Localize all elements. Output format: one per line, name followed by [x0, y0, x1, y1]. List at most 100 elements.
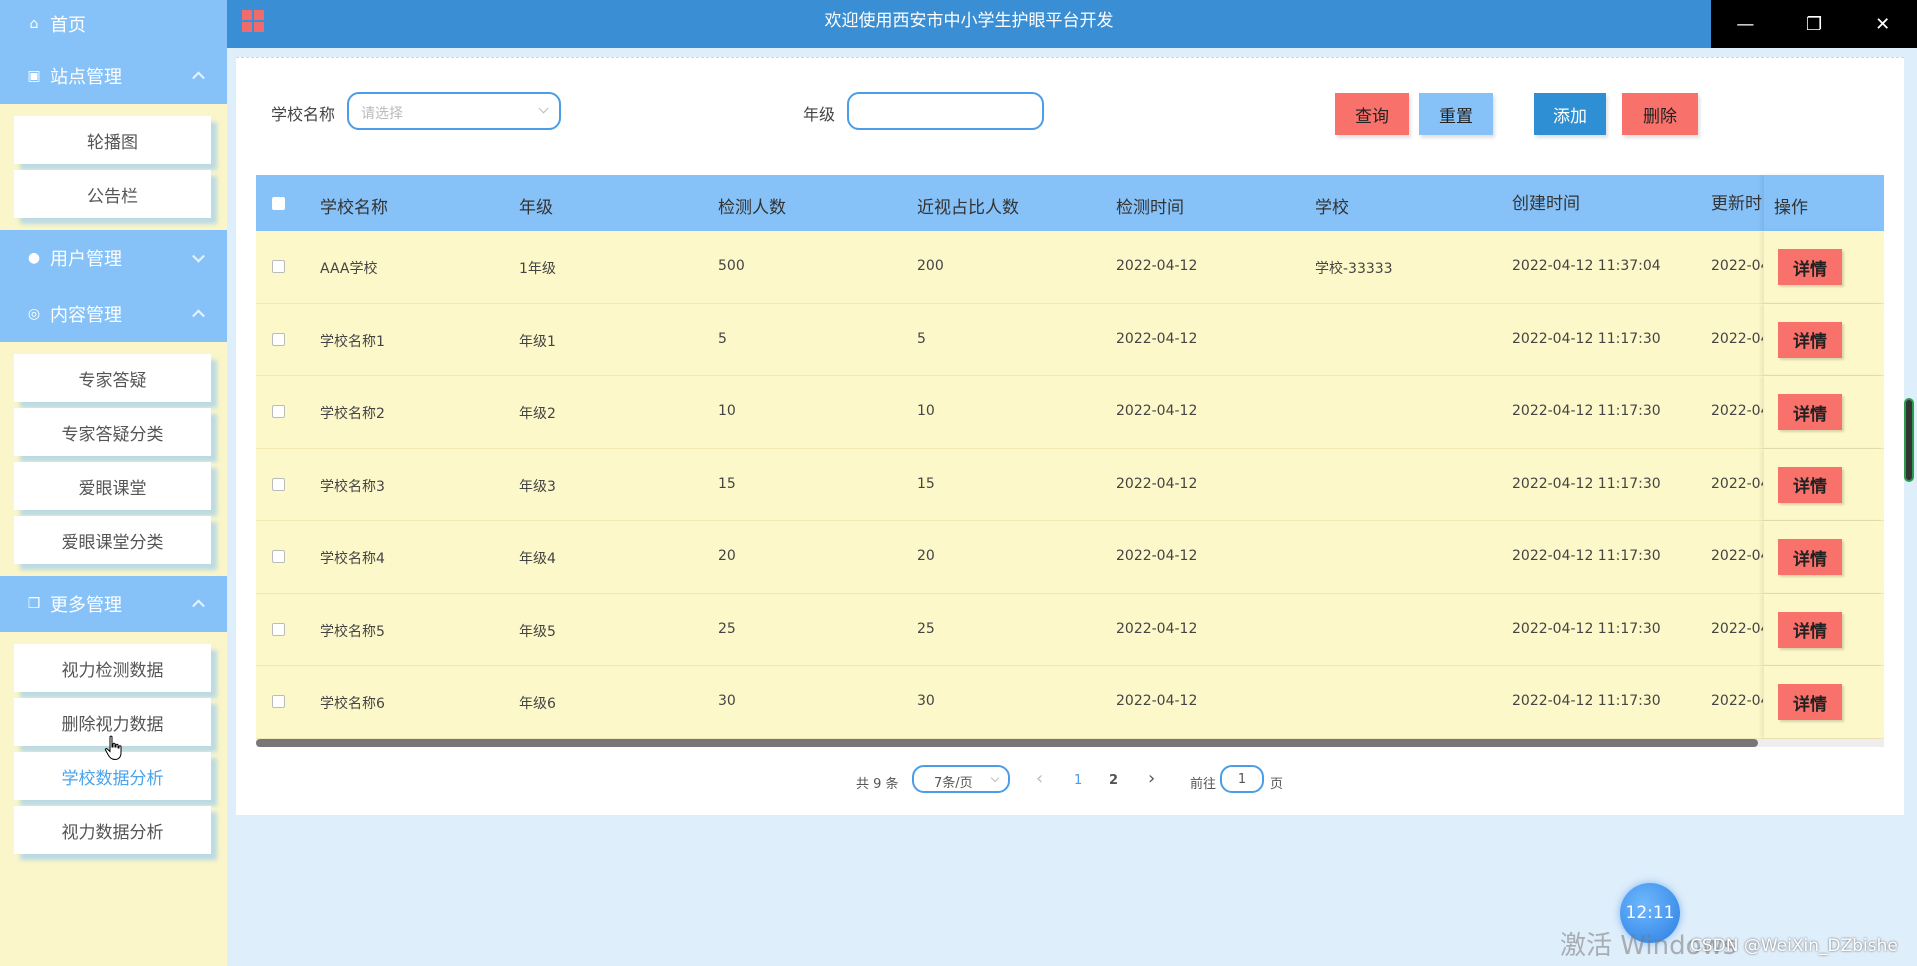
home-icon: ⌂: [29, 16, 39, 32]
row-checkbox[interactable]: [272, 260, 285, 273]
goto-page-input[interactable]: 1: [1220, 765, 1264, 793]
sidebar-group-site-items: 轮播图 公告栏: [0, 104, 227, 230]
reset-button[interactable]: 重置: [1419, 93, 1493, 135]
cell-create-time: 2022-04-12 11:17:30: [1512, 548, 1661, 564]
detail-button[interactable]: 详情: [1778, 249, 1842, 285]
header-create-time[interactable]: 创建时间: [1512, 189, 1580, 214]
sidebar-item-notice[interactable]: 公告栏: [14, 170, 211, 218]
sidebar-item-carousel[interactable]: 轮播图: [14, 116, 211, 164]
row-checkbox[interactable]: [272, 405, 285, 418]
ops-cell: 详情: [1764, 521, 1884, 593]
chevron-up-icon: [192, 71, 205, 85]
user-icon: ●: [27, 250, 41, 266]
cell-test-time: 2022-04-12: [1116, 693, 1198, 709]
cell-grade: 年级1: [519, 333, 556, 350]
row-checkbox[interactable]: [272, 695, 285, 708]
cell-myopia-count: 20: [917, 548, 935, 564]
header-actions: 操作: [1774, 198, 1808, 218]
sidebar-item-eye-class-category[interactable]: 爱眼课堂分类: [14, 516, 211, 564]
grade-input[interactable]: [847, 92, 1044, 130]
detail-button[interactable]: 详情: [1778, 466, 1842, 503]
cell-create-time: 2022-04-12 11:17:30: [1512, 330, 1661, 347]
header-school-name[interactable]: 学校名称: [320, 193, 388, 218]
page-size-select[interactable]: 7条/页: [912, 765, 1010, 793]
table-row: AAA学校 1年级 500 200 2022-04-12 学校-33333 2022-04-…: [256, 231, 1884, 304]
prev-page-button[interactable]: ‹: [1036, 768, 1043, 789]
vertical-scrollbar[interactable]: [1904, 398, 1914, 482]
cell-update-time: 2022-04: [1711, 475, 1763, 492]
ops-cell: 详情: [1764, 666, 1884, 738]
sidebar-item-expert-qa-category[interactable]: 专家答疑分类: [14, 408, 211, 456]
table-body: AAA学校 1年级 500 200 2022-04-12 学校-33333 2022-04-…: [256, 231, 1884, 739]
cell-myopia-count: 200: [917, 258, 944, 274]
cell-test-time: 2022-04-12: [1116, 258, 1198, 274]
row-checkbox[interactable]: [272, 477, 285, 491]
cell-school-name: AAA学校: [320, 261, 378, 277]
chevron-down-icon: [192, 249, 205, 263]
add-button[interactable]: 添加: [1534, 93, 1606, 135]
ops-cell: 详情: [1764, 448, 1884, 520]
sidebar-home[interactable]: ⌂ 首页: [0, 0, 227, 48]
close-button[interactable]: ✕: [1848, 0, 1917, 48]
minimize-button[interactable]: —: [1711, 0, 1780, 48]
sidebar-item-expert-qa[interactable]: 专家答疑: [14, 354, 211, 402]
sidebar-group-more[interactable]: ❒ 更多管理: [0, 576, 227, 632]
restore-button[interactable]: ❐: [1780, 0, 1849, 48]
ops-header-cell: 操作: [1764, 175, 1884, 231]
sidebar-group-user[interactable]: ● 用户管理: [0, 230, 227, 286]
table-row: 学校名称3 年级3 15 15 2022-04-12 2022-04-12 11:17:3…: [256, 448, 1884, 521]
detail-button[interactable]: 详情: [1778, 539, 1842, 575]
page-size-value: 7条/页: [934, 776, 973, 791]
cell-grade: 年级3: [519, 478, 556, 495]
cell-update-time: 2022-04: [1711, 403, 1763, 419]
data-table: 学校名称 年级 检测人数 近视占比人数 检测时间 学校 创建时间 更新时间 操作…: [256, 175, 1884, 747]
header-myopia-count[interactable]: 近视占比人数: [917, 193, 1019, 218]
next-page-button[interactable]: ›: [1148, 768, 1155, 789]
horizontal-scrollbar[interactable]: [256, 738, 1884, 747]
cell-tested-count: 500: [718, 258, 745, 274]
header-grade[interactable]: 年级: [519, 193, 553, 218]
detail-button[interactable]: 详情: [1778, 611, 1842, 648]
cell-myopia-count: 30: [917, 693, 935, 709]
cell-myopia-count: 5: [917, 330, 926, 347]
cell-myopia-count: 10: [917, 403, 935, 419]
table-row: 学校名称5 年级5 25 25 2022-04-12 2022-04-12 11:17:3…: [256, 593, 1884, 666]
scrollbar-thumb[interactable]: [256, 738, 1758, 747]
chevron-up-icon: [192, 309, 205, 323]
cell-grade: 年级5: [519, 623, 556, 640]
sidebar-item-vision-test-data[interactable]: 视力检测数据: [14, 644, 211, 692]
row-checkbox[interactable]: [272, 550, 285, 563]
detail-button[interactable]: 详情: [1778, 684, 1842, 720]
school-name-select[interactable]: 请选择: [347, 92, 561, 130]
row-checkbox[interactable]: [272, 332, 285, 346]
sidebar-item-eye-class[interactable]: 爱眼课堂: [14, 462, 211, 510]
cell-update-time: 2022-04: [1711, 548, 1763, 564]
header-school[interactable]: 学校: [1315, 193, 1349, 218]
chevron-up-icon: [192, 599, 205, 613]
detail-button[interactable]: 详情: [1778, 394, 1842, 430]
header-tested-count[interactable]: 检测人数: [718, 193, 786, 218]
query-button[interactable]: 查询: [1335, 93, 1409, 135]
cell-update-time: 2022-04: [1711, 330, 1763, 347]
grade-label: 年级: [803, 105, 836, 124]
sidebar-item-vision-analysis[interactable]: 视力数据分析: [14, 806, 211, 854]
delete-button[interactable]: 删除: [1622, 93, 1698, 135]
cell-grade: 年级2: [519, 406, 556, 422]
cell-school-name: 学校名称3: [320, 478, 385, 495]
sidebar-group-site[interactable]: ▣ 站点管理: [0, 48, 227, 104]
row-checkbox[interactable]: [272, 622, 285, 636]
table-row: 学校名称4 年级4 20 20 2022-04-12 2022-04-12 11:17:3…: [256, 521, 1884, 594]
table-row: 学校名称2 年级2 10 10 2022-04-12 2022-04-12 11:17:3…: [256, 376, 1884, 449]
sidebar-group-label: 更多管理: [50, 595, 122, 616]
cell-tested-count: 30: [718, 693, 736, 709]
cell-tested-count: 15: [718, 475, 736, 492]
sidebar-group-content[interactable]: ◎ 内容管理: [0, 286, 227, 342]
header-test-time[interactable]: 检测时间: [1116, 193, 1184, 218]
page-2-button[interactable]: 2: [1109, 773, 1118, 788]
header-update-time[interactable]: 更新时间: [1711, 189, 1763, 214]
ops-cell: 详情: [1764, 593, 1884, 665]
detail-button[interactable]: 详情: [1778, 321, 1842, 358]
sidebar-group-content-items: 专家答疑 专家答疑分类 爱眼课堂 爱眼课堂分类: [0, 342, 227, 576]
page-1-button[interactable]: 1: [1074, 773, 1082, 788]
select-all-checkbox[interactable]: [272, 197, 285, 210]
